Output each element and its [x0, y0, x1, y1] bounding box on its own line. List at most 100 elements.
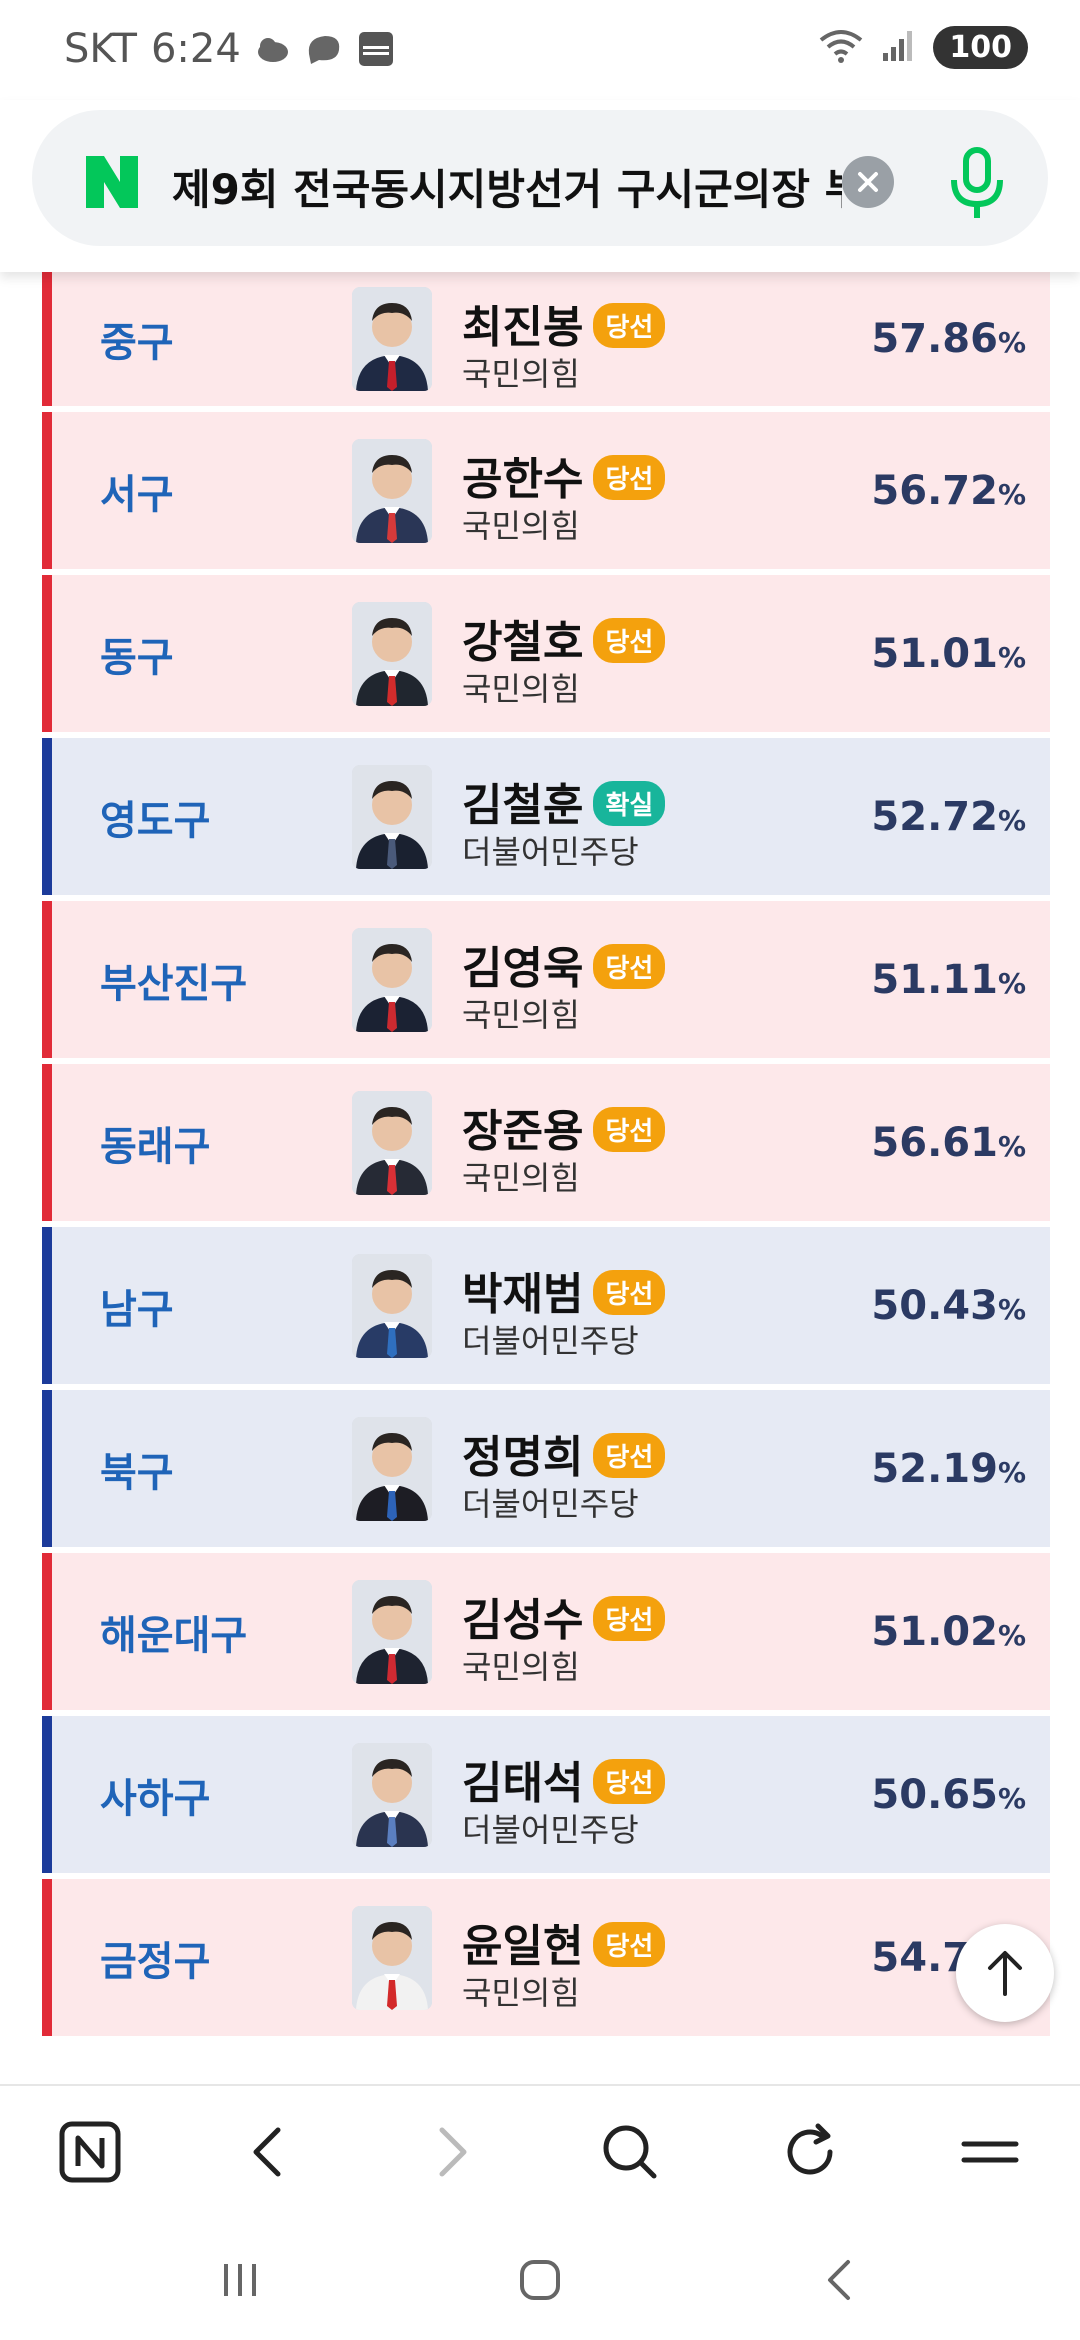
menu-icon[interactable] [952, 2114, 1028, 2190]
result-status-badge: 당선 [593, 1758, 666, 1804]
party-name: 국민의힘 [462, 669, 580, 708]
district-name: 부산진구 [100, 960, 248, 1007]
vote-share-unit: % [997, 1455, 1026, 1489]
search-bar[interactable]: 제9회 전국동시지방선거 구시군의장 부산 [32, 110, 1048, 246]
scroll-to-top-button[interactable] [956, 1924, 1054, 2022]
result-row[interactable]: 해운대구 김성수 당선 국민의힘 51.02% [42, 1553, 1050, 1710]
voice-search-button[interactable] [942, 144, 1012, 224]
candidate-name: 강철호 [462, 616, 584, 668]
candidate-name-line: 김영욱 당선 [462, 932, 666, 996]
system-navigation-bar [0, 2214, 1080, 2340]
result-status-badge: 당선 [593, 617, 666, 663]
search-input[interactable]: 제9회 전국동시지방선거 구시군의장 부산 [172, 156, 842, 212]
result-row[interactable]: 금정구윤일현당선국민의힘54.71% [42, 1879, 1050, 2036]
vote-share-value: 56.61 [871, 1119, 998, 1166]
vote-share-unit: % [997, 1129, 1026, 1163]
vote-share: 51.01% [871, 631, 1026, 677]
candidate-photo [352, 601, 432, 706]
vote-share: 56.61% [871, 1120, 1026, 1166]
result-row[interactable]: 사하구 김태석 당선 더불어민주당 50.65% [42, 1716, 1050, 1873]
vote-share-value: 57.86 [871, 316, 998, 362]
candidate-name-line: 김성수 당선 [462, 1584, 666, 1648]
refresh-icon[interactable] [772, 2114, 848, 2190]
vote-share: 50.43% [871, 1283, 1026, 1329]
candidate-photo [352, 1579, 432, 1684]
forward-icon[interactable] [412, 2114, 488, 2190]
candidate-name-line: 윤일현 당선 [462, 1910, 666, 1974]
candidate-name-line: 공한수 당선 [462, 443, 666, 507]
district-name: 금정구 [100, 1938, 211, 1985]
status-bar: SKT 6:24 100 [0, 0, 1080, 100]
candidate-photo [352, 927, 432, 1032]
district-name: 북구 [100, 1449, 174, 1496]
weather-icon [255, 34, 291, 64]
battery-indicator: 100 [933, 26, 1028, 69]
home-icon[interactable] [510, 2250, 570, 2310]
vote-share-unit: % [997, 803, 1026, 837]
result-row[interactable]: 중구 최진봉 당선 국민의힘 57.86% [42, 272, 1050, 406]
district-name: 영도구 [100, 797, 211, 844]
system-back-icon[interactable] [810, 2250, 870, 2310]
wifi-icon [819, 28, 863, 68]
candidate-name-line: 김태석 당선 [462, 1747, 666, 1811]
result-row[interactable]: 북구 정명희 당선 더불어민주당 52.19% [42, 1390, 1050, 1547]
vote-share-unit: % [997, 640, 1026, 674]
vote-share: 52.19% [871, 1446, 1026, 1492]
result-row[interactable]: 동구 강철호 당선 국민의힘 51.01% [42, 575, 1050, 732]
back-icon[interactable] [232, 2114, 308, 2190]
recent-apps-icon[interactable] [210, 2250, 270, 2310]
candidate-photo [352, 1416, 432, 1521]
vote-share-value: 51.02 [871, 1608, 998, 1655]
party-name: 더불어민주당 [462, 1484, 639, 1523]
party-name: 국민의힘 [462, 506, 580, 545]
status-right: 100 [819, 26, 1028, 69]
party-name: 국민의힘 [462, 1647, 580, 1686]
carrier-label: SKT [64, 26, 137, 72]
vote-share-unit: % [997, 966, 1026, 1000]
result-row[interactable]: 동래구 장준용 당선 국민의힘 56.61% [42, 1064, 1050, 1221]
vote-share-value: 56.72 [871, 467, 998, 514]
result-row[interactable]: 남구 박재범 당선 더불어민주당 50.43% [42, 1227, 1050, 1384]
candidate-name: 김성수 [462, 1594, 584, 1646]
vote-share-value: 51.11 [871, 956, 998, 1003]
party-name: 더불어민주당 [462, 1321, 639, 1360]
candidate-name-line: 정명희 당선 [462, 1421, 666, 1485]
district-name: 동래구 [100, 1123, 211, 1170]
party-name: 국민의힘 [462, 1973, 580, 2012]
naver-logo-icon[interactable] [82, 152, 142, 212]
vote-share-value: 51.01 [871, 630, 998, 677]
result-row[interactable]: 부산진구 김영욱 당선 국민의힘 51.11% [42, 901, 1050, 1058]
party-name: 국민의힘 [462, 995, 580, 1034]
result-row[interactable]: 영도구 김철훈 확실 더불어민주당 52.72% [42, 738, 1050, 895]
candidate-name-line: 최진봉 당선 [462, 291, 666, 355]
candidate-name-line: 장준용 당선 [462, 1095, 666, 1159]
party-name: 국민의힘 [462, 1158, 580, 1197]
vote-share-value: 52.19 [871, 1445, 998, 1492]
district-name: 남구 [100, 1286, 174, 1333]
candidate-name: 정명희 [462, 1431, 584, 1483]
vote-share: 51.02% [871, 1609, 1026, 1655]
candidate-name: 김철훈 [462, 779, 584, 831]
result-row[interactable]: 서구 공한수 당선 국민의힘 56.72% [42, 412, 1050, 569]
vote-share-value: 50.43 [871, 1282, 998, 1329]
district-name: 사하구 [100, 1775, 211, 1822]
candidate-name: 김태석 [462, 1757, 584, 1809]
naver-home-icon[interactable] [52, 2114, 128, 2190]
status-left: SKT 6:24 [64, 26, 395, 72]
party-name: 더불어민주당 [462, 1810, 639, 1849]
clear-search-button[interactable] [842, 156, 894, 208]
vote-share-unit: % [997, 1292, 1026, 1326]
finance-app-icon [357, 30, 395, 68]
candidate-photo [352, 1905, 432, 2010]
candidate-photo [352, 287, 432, 391]
district-name: 해운대구 [100, 1612, 248, 1659]
vote-share: 57.86% [871, 316, 1026, 362]
search-icon[interactable] [592, 2114, 668, 2190]
vote-share: 52.72% [871, 794, 1026, 840]
vote-share: 50.65% [871, 1772, 1026, 1818]
vote-share-unit: % [997, 1618, 1026, 1652]
vote-share: 56.72% [871, 468, 1026, 514]
clock: 6:24 [150, 26, 241, 72]
search-header: 제9회 전국동시지방선거 구시군의장 부산 [0, 100, 1080, 272]
candidate-name: 김영욱 [462, 942, 584, 994]
